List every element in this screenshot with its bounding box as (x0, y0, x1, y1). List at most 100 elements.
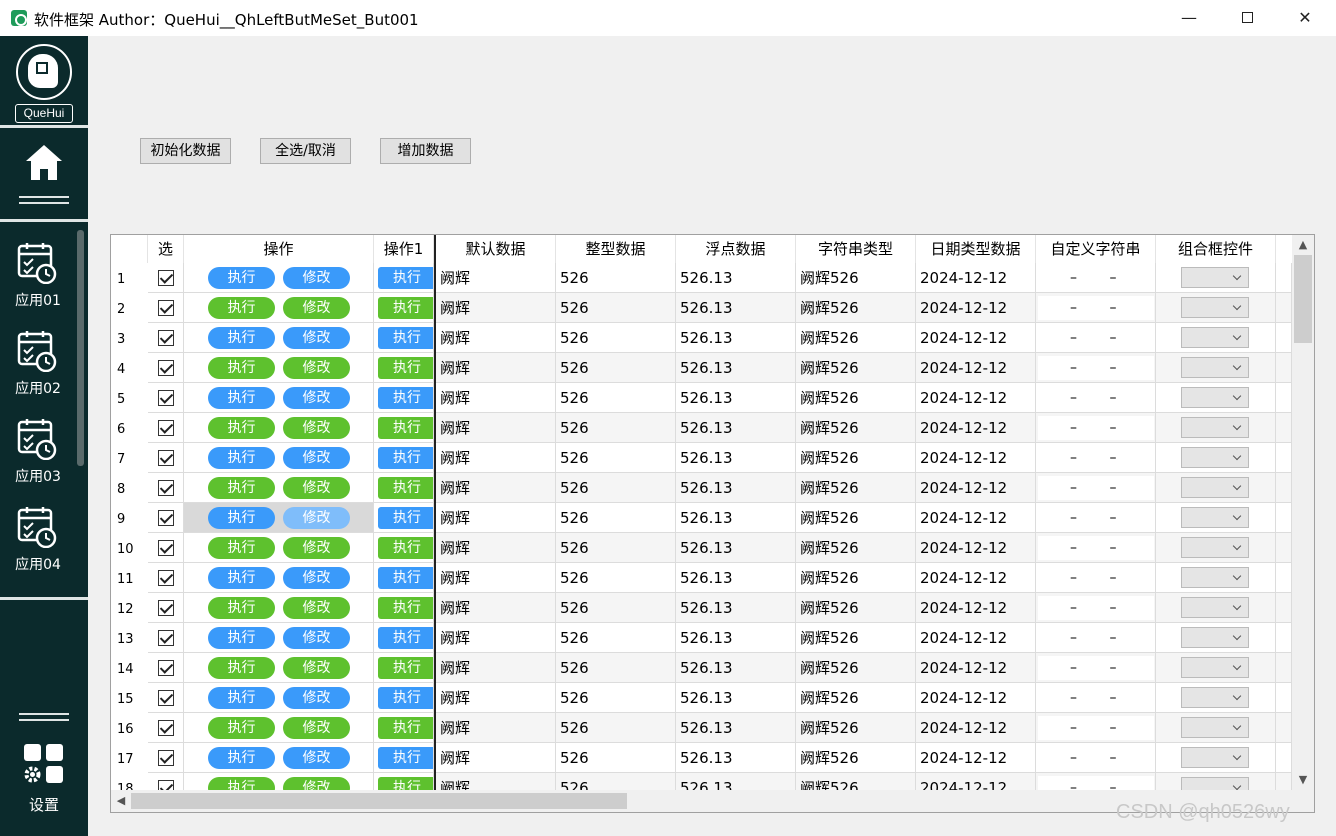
float-data-cell[interactable]: 526.13 (676, 503, 796, 533)
row-number[interactable]: 17 (111, 743, 148, 773)
date-data-cell[interactable]: 2024-12-12 (916, 533, 1036, 563)
combo-box[interactable] (1181, 717, 1249, 738)
string-data-cell[interactable]: 阙辉526 (796, 563, 916, 593)
int-data-cell[interactable]: 526 (556, 263, 676, 293)
float-data-cell[interactable]: 526.13 (676, 533, 796, 563)
column-header[interactable]: 操作1 (374, 235, 434, 263)
default-data-cell[interactable]: 阙辉 (436, 533, 556, 563)
column-header[interactable]: 整型数据 (556, 235, 676, 263)
date-data-cell[interactable]: 2024-12-12 (916, 473, 1036, 503)
row-number[interactable]: 6 (111, 413, 148, 443)
modify-button[interactable]: 修改 (283, 687, 350, 709)
row-number[interactable]: 2 (111, 293, 148, 323)
string-data-cell[interactable]: 阙辉526 (796, 293, 916, 323)
execute-button[interactable]: 执行 (208, 447, 275, 469)
float-data-cell[interactable]: 526.13 (676, 713, 796, 743)
row-number[interactable]: 4 (111, 353, 148, 383)
float-data-cell[interactable]: 526.13 (676, 473, 796, 503)
date-data-cell[interactable]: 2024-12-12 (916, 743, 1036, 773)
float-data-cell[interactable]: 526.13 (676, 413, 796, 443)
execute-button[interactable]: 执行 (208, 297, 275, 319)
date-data-cell[interactable]: 2024-12-12 (916, 623, 1036, 653)
default-data-cell[interactable]: 阙辉 (436, 413, 556, 443)
modify-button[interactable]: 修改 (283, 627, 350, 649)
modify-button[interactable]: 修改 (283, 297, 350, 319)
float-data-cell[interactable]: 526.13 (676, 773, 796, 790)
row-checkbox[interactable] (158, 690, 174, 706)
date-data-cell[interactable]: 2024-12-12 (916, 413, 1036, 443)
column-header[interactable]: 操作 (184, 235, 374, 263)
row-number[interactable]: 1 (111, 263, 148, 293)
home-icon[interactable] (24, 142, 64, 182)
execute1-button[interactable]: 执行 (378, 327, 433, 349)
date-data-cell[interactable]: 2024-12-12 (916, 383, 1036, 413)
column-header[interactable]: 字符串类型 (796, 235, 916, 263)
combo-box[interactable] (1181, 297, 1249, 318)
execute1-button[interactable]: 执行 (378, 297, 433, 319)
horizontal-scrollbar[interactable]: ◀ (111, 790, 1292, 812)
date-data-cell[interactable]: 2024-12-12 (916, 293, 1036, 323)
row-checkbox[interactable] (158, 330, 174, 346)
modify-button[interactable]: 修改 (283, 327, 350, 349)
string-data-cell[interactable]: 阙辉526 (796, 413, 916, 443)
default-data-cell[interactable]: 阙辉 (436, 443, 556, 473)
string-data-cell[interactable]: 阙辉526 (796, 353, 916, 383)
float-data-cell[interactable]: 526.13 (676, 593, 796, 623)
date-data-cell[interactable]: 2024-12-12 (916, 563, 1036, 593)
execute-button[interactable]: 执行 (208, 417, 275, 439)
row-number[interactable]: 5 (111, 383, 148, 413)
execute1-button[interactable]: 执行 (378, 357, 433, 379)
int-data-cell[interactable]: 526 (556, 713, 676, 743)
float-data-cell[interactable]: 526.13 (676, 653, 796, 683)
int-data-cell[interactable]: 526 (556, 293, 676, 323)
column-header[interactable]: 日期类型数据 (916, 235, 1036, 263)
execute-button[interactable]: 执行 (208, 357, 275, 379)
float-data-cell[interactable]: 526.13 (676, 353, 796, 383)
sidebar-item-app02[interactable]: 应用02 (0, 330, 76, 410)
row-number[interactable]: 3 (111, 323, 148, 353)
string-data-cell[interactable]: 阙辉526 (796, 683, 916, 713)
default-data-cell[interactable]: 阙辉 (436, 683, 556, 713)
int-data-cell[interactable]: 526 (556, 503, 676, 533)
execute1-button[interactable]: 执行 (378, 567, 433, 589)
combo-box[interactable] (1181, 507, 1249, 528)
date-data-cell[interactable]: 2024-12-12 (916, 593, 1036, 623)
default-data-cell[interactable]: 阙辉 (436, 563, 556, 593)
execute-button[interactable]: 执行 (208, 537, 275, 559)
string-data-cell[interactable]: 阙辉526 (796, 653, 916, 683)
date-data-cell[interactable]: 2024-12-12 (916, 713, 1036, 743)
add-data-button[interactable]: 增加数据 (380, 138, 471, 164)
sidebar-item-app04[interactable]: 应用04 (0, 506, 76, 586)
default-data-cell[interactable]: 阙辉 (436, 353, 556, 383)
execute-button[interactable]: 执行 (208, 267, 275, 289)
float-data-cell[interactable]: 526.13 (676, 683, 796, 713)
execute1-button[interactable]: 执行 (378, 627, 433, 649)
int-data-cell[interactable]: 526 (556, 353, 676, 383)
init-data-button[interactable]: 初始化数据 (140, 138, 231, 164)
minimize-button[interactable]: — (1160, 0, 1218, 36)
combo-box[interactable] (1181, 387, 1249, 408)
row-number[interactable]: 7 (111, 443, 148, 473)
scroll-up-icon[interactable]: ▲ (1294, 236, 1312, 254)
string-data-cell[interactable]: 阙辉526 (796, 383, 916, 413)
modify-button[interactable]: 修改 (283, 567, 350, 589)
default-data-cell[interactable]: 阙辉 (436, 653, 556, 683)
string-data-cell[interactable]: 阙辉526 (796, 593, 916, 623)
default-data-cell[interactable]: 阙辉 (436, 383, 556, 413)
execute1-button[interactable]: 执行 (378, 477, 433, 499)
default-data-cell[interactable]: 阙辉 (436, 743, 556, 773)
row-checkbox[interactable] (158, 630, 174, 646)
default-data-cell[interactable]: 阙辉 (436, 293, 556, 323)
column-header[interactable]: 默认数据 (436, 235, 556, 263)
combo-box[interactable] (1181, 747, 1249, 768)
string-data-cell[interactable]: 阙辉526 (796, 743, 916, 773)
row-number[interactable]: 15 (111, 683, 148, 713)
execute1-button[interactable]: 执行 (378, 687, 433, 709)
modify-button[interactable]: 修改 (283, 387, 350, 409)
default-data-cell[interactable]: 阙辉 (436, 473, 556, 503)
float-data-cell[interactable]: 526.13 (676, 383, 796, 413)
modify-button[interactable]: 修改 (283, 417, 350, 439)
float-data-cell[interactable]: 526.13 (676, 743, 796, 773)
scroll-left-icon[interactable]: ◀ (112, 792, 130, 810)
date-data-cell[interactable]: 2024-12-12 (916, 263, 1036, 293)
